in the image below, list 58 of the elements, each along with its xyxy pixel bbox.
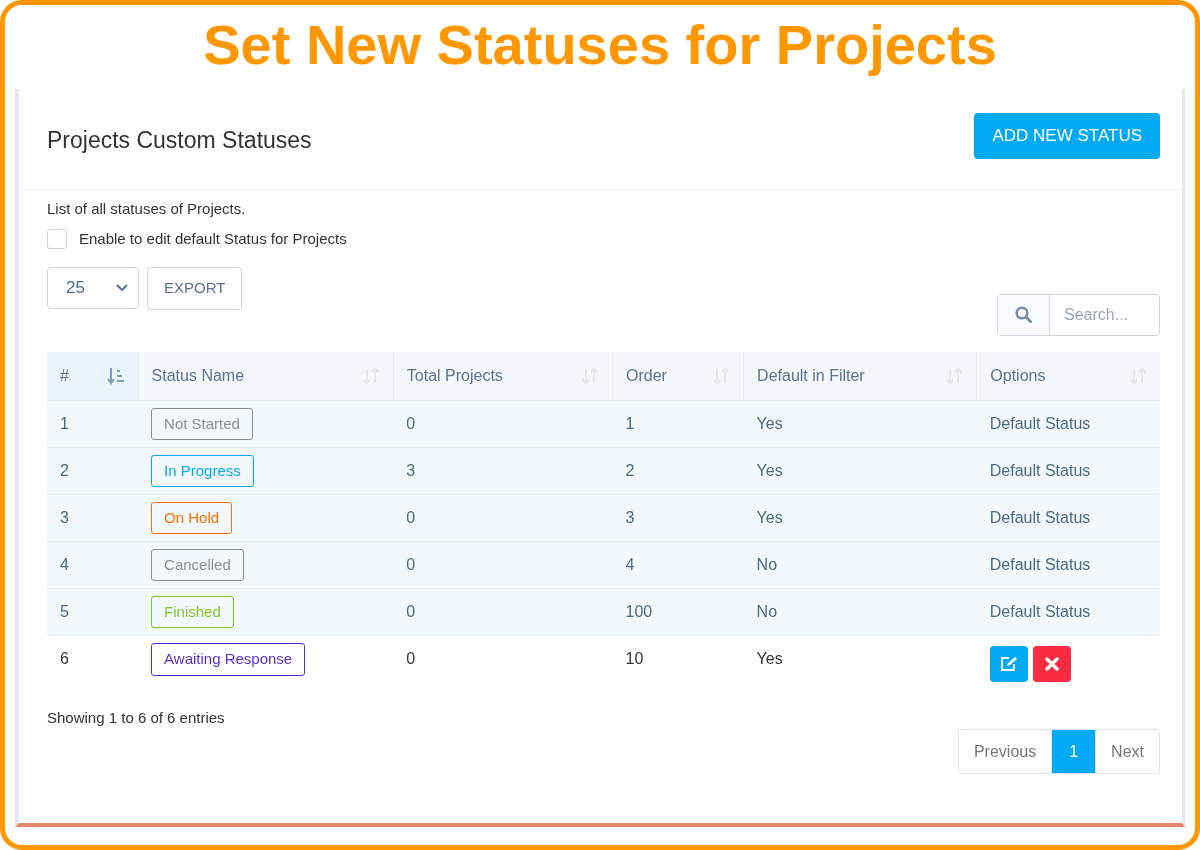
table-cell: 0: [406, 650, 416, 668]
status-tag: Cancelled: [151, 548, 244, 582]
table-cell: 1: [625, 415, 635, 432]
add-status-button[interactable]: ADD NEW STATUS: [974, 113, 1160, 159]
row-number: 3: [60, 509, 69, 526]
row-number: 1: [60, 415, 69, 432]
search-input[interactable]: Search...: [1050, 294, 1158, 335]
description-text: List of all statuses of Projects.: [47, 198, 246, 219]
column-header[interactable]: Order: [626, 363, 667, 388]
checkbox-label: Enable to edit default Status for Projects: [79, 229, 347, 249]
table-cell: Default Status: [989, 509, 1091, 526]
table-cell: 2: [625, 462, 635, 479]
sort-icon[interactable]: [106, 366, 125, 385]
chevron-down-icon: [116, 283, 128, 292]
pagination-button[interactable]: Next: [1095, 730, 1159, 773]
table-cell: No: [756, 556, 778, 573]
table-cell: 4: [625, 556, 635, 573]
table-cell: Default Status: [989, 556, 1091, 573]
row-number: 5: [60, 603, 69, 620]
table-cell: Yes: [756, 415, 783, 432]
table-cell: 0: [406, 509, 416, 526]
table-cell: Yes: [756, 509, 783, 526]
row-number: 6: [60, 650, 69, 668]
status-tag: Awaiting Response: [151, 643, 306, 676]
page-size-select[interactable]: 25: [47, 266, 139, 309]
status-tag: On Hold: [151, 501, 233, 535]
card-title: Projects Custom Statuses: [47, 125, 312, 155]
row-number: 2: [60, 462, 69, 479]
table-cell: 0: [406, 415, 416, 432]
table-cell: Yes: [756, 462, 783, 479]
table-cell: Yes: [756, 650, 783, 668]
column-header[interactable]: Status Name: [151, 363, 245, 388]
search-icon: [1015, 306, 1032, 323]
table-cell: 0: [406, 603, 416, 620]
checkbox[interactable]: [47, 229, 67, 250]
status-tag: In Progress: [151, 454, 254, 488]
table-cell: 3: [625, 509, 635, 526]
entries-info: Showing 1 to 6 of 6 entries: [47, 708, 225, 726]
table-cell: 10: [625, 650, 644, 668]
edit-icon: [999, 656, 1018, 673]
table-cell: Default Status: [989, 415, 1091, 432]
search-field[interactable]: Search...: [997, 293, 1160, 336]
export-button[interactable]: EXPORT: [147, 266, 243, 310]
status-tag: Finished: [151, 595, 234, 629]
delete-button[interactable]: [1032, 646, 1071, 683]
status-tag: Not Started: [151, 407, 253, 441]
table-cell: Default Status: [989, 603, 1091, 620]
column-header[interactable]: Options: [990, 363, 1046, 388]
edit-button[interactable]: [989, 646, 1028, 683]
table-cell: 0: [406, 556, 416, 573]
column-header[interactable]: #: [60, 363, 69, 388]
table-cell: Default Status: [989, 462, 1091, 479]
pagination-button[interactable]: 1: [1051, 730, 1096, 773]
table-cell: 3: [406, 462, 416, 479]
table-cell: 100: [625, 603, 653, 620]
close-icon: [1044, 657, 1059, 672]
row-number: 4: [60, 556, 69, 573]
table-cell: No: [756, 603, 778, 620]
